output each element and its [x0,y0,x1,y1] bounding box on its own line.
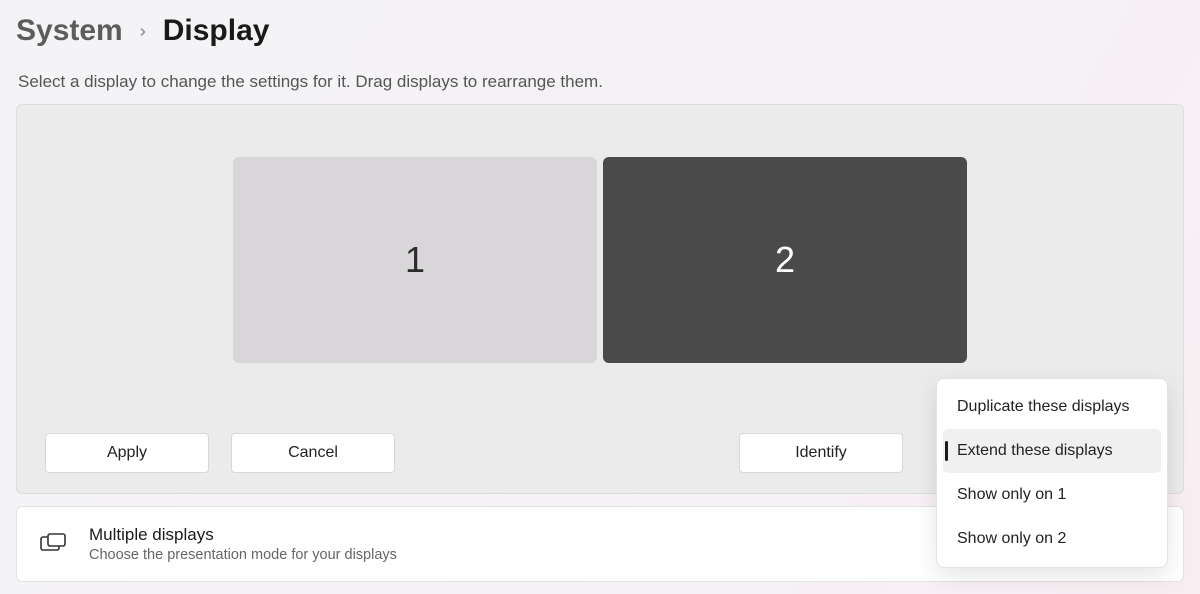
mode-option-extend-label: Extend these displays [957,442,1113,460]
mode-option-extend[interactable]: Extend these displays [943,429,1161,473]
display-thumbnail-2-label: 2 [775,239,795,281]
mode-option-only-1[interactable]: Show only on 1 [943,473,1161,517]
mode-option-only-2-label: Show only on 2 [957,530,1066,548]
breadcrumb: System Display [16,10,1184,66]
cancel-button[interactable]: Cancel [231,433,395,473]
multiple-displays-title: Multiple displays [89,525,397,545]
page-hint-text: Select a display to change the settings … [16,66,1184,104]
cancel-button-label: Cancel [288,444,338,462]
display-mode-dropdown: Duplicate these displays Extend these di… [936,378,1168,568]
page-title: Display [163,14,270,48]
mode-option-duplicate[interactable]: Duplicate these displays [943,385,1161,429]
display-thumbnail-1[interactable]: 1 [233,157,597,363]
multiple-displays-subtitle: Choose the presentation mode for your di… [89,547,397,563]
apply-button[interactable]: Apply [45,433,209,473]
chevron-right-icon [137,21,149,44]
apply-button-label: Apply [107,444,147,462]
mode-option-duplicate-label: Duplicate these displays [957,398,1130,416]
display-thumbnail-2[interactable]: 2 [603,157,967,363]
multiple-displays-icon [39,532,67,556]
breadcrumb-parent-link[interactable]: System [16,14,123,48]
mode-option-only-2[interactable]: Show only on 2 [943,517,1161,561]
display-thumbnail-1-label: 1 [405,239,425,281]
mode-option-only-1-label: Show only on 1 [957,486,1066,504]
identify-button[interactable]: Identify [739,433,903,473]
identify-button-label: Identify [795,444,847,462]
